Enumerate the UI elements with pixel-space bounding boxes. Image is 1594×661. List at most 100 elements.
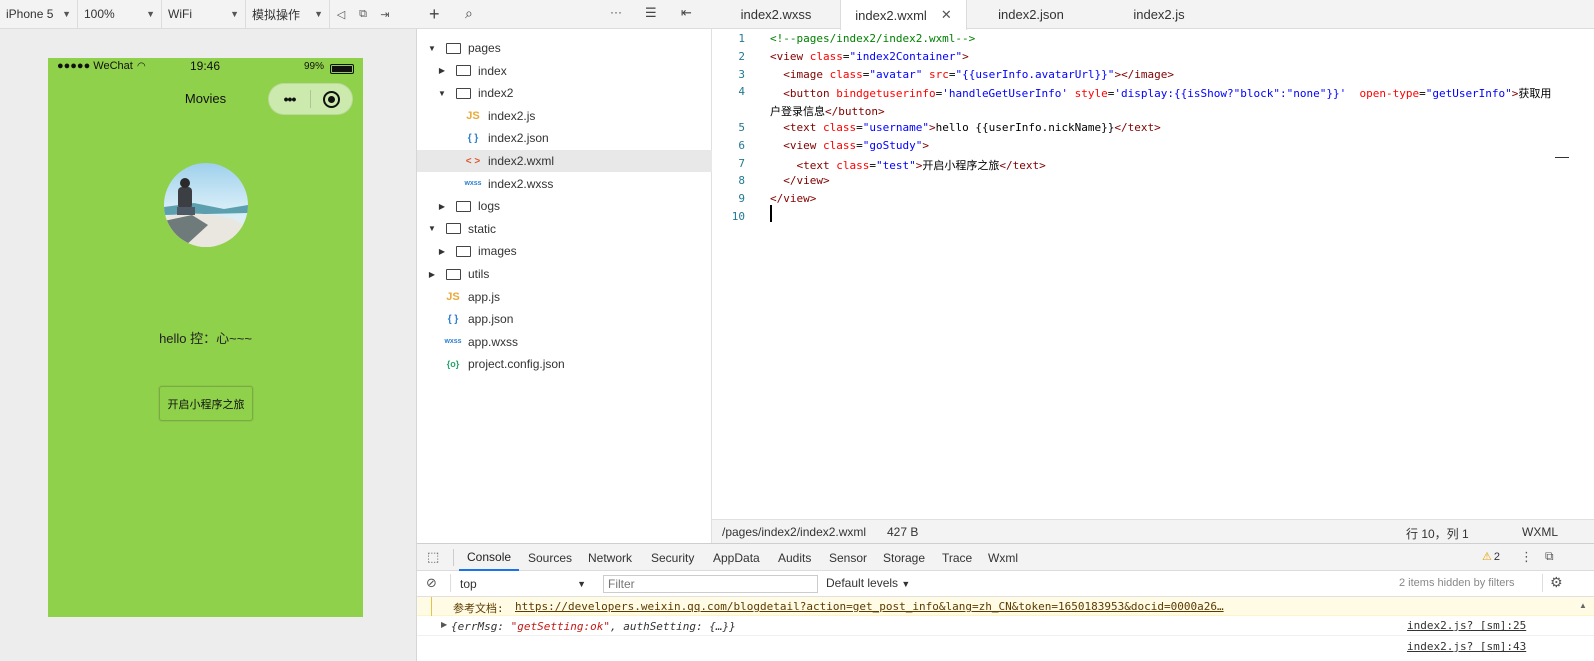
tree-item-utils[interactable]: ▶ utils bbox=[417, 263, 712, 285]
tree-item-index2-wxss[interactable]: wxss index2.wxss bbox=[417, 173, 712, 195]
wxml-file-icon: < > bbox=[465, 155, 481, 167]
code-text: 户登录信息</button> bbox=[770, 105, 885, 119]
devtools-tab-audits[interactable]: Audits bbox=[778, 544, 811, 571]
code-line[interactable]: 户登录信息</button> bbox=[712, 103, 1592, 121]
tree-item-project-config-json[interactable]: {o} project.config.json bbox=[417, 353, 712, 375]
line-number: 2 bbox=[738, 49, 745, 63]
device-select[interactable]: iPhone 5 ▼ bbox=[0, 0, 78, 29]
code-line[interactable]: 3 <image class="avatar" src="{{userInfo.… bbox=[712, 68, 1592, 86]
tab-index2-wxss[interactable]: index2.wxss bbox=[712, 0, 840, 29]
tree-item-static[interactable]: ▼ static bbox=[417, 218, 712, 240]
divider bbox=[1542, 574, 1543, 592]
editor-tabs: index2.wxss index2.wxml ✕ index2.json in… bbox=[712, 0, 1594, 30]
tree-item-app-wxss[interactable]: wxss app.wxss bbox=[417, 331, 712, 353]
console-filter-bar: ⊘ top ▼ Default levels ▼ 2 items hidden … bbox=[417, 571, 1594, 597]
tab-index2-wxml[interactable]: index2.wxml ✕ bbox=[840, 0, 967, 30]
tree-item-index2-json[interactable]: { } index2.json bbox=[417, 127, 712, 149]
devtools-tab-row: Console Sources Network Security AppData Audi… bbox=[458, 544, 1078, 571]
tree-item-label: pages bbox=[468, 41, 501, 55]
doc-link[interactable]: https://developers.weixin.qq.com/blogdet… bbox=[515, 600, 1224, 613]
search-icon[interactable]: ⌕ bbox=[465, 5, 473, 22]
warning-icon[interactable]: ⚠ 2 bbox=[1482, 550, 1500, 563]
close-mini-program-icon[interactable] bbox=[311, 90, 352, 108]
window-icon[interactable]: ⧉ bbox=[352, 0, 374, 29]
more-icon[interactable]: ··· bbox=[610, 5, 622, 19]
code-line[interactable]: 6 <view class="goStudy"> bbox=[712, 139, 1592, 157]
tree-item-label: utils bbox=[468, 267, 490, 281]
tree-item-label: index2.wxss bbox=[488, 176, 554, 191]
log-object[interactable]: {errMsg: "getSetting:ok", authSetting: {… bbox=[451, 620, 736, 633]
log-source-link[interactable]: index2.js? [sm]:43 bbox=[1407, 640, 1526, 653]
tree-item-pages[interactable]: ▼ pages bbox=[417, 37, 712, 59]
log-source-link[interactable]: index2.js? [sm]:25 bbox=[1407, 619, 1526, 632]
layout-icon[interactable]: ⇤ bbox=[681, 5, 692, 21]
tree-item-images[interactable]: ▶ images bbox=[417, 240, 712, 262]
file-path: /pages/index2/index2.wxml bbox=[722, 525, 867, 539]
config-file-icon: {o} bbox=[446, 359, 460, 370]
avatar bbox=[164, 163, 248, 247]
network-select[interactable]: WiFi ▼ bbox=[162, 0, 246, 29]
language-mode[interactable]: WXML bbox=[1522, 525, 1558, 539]
levels-select[interactable]: Default levels ▼ bbox=[826, 576, 910, 590]
devtools-tab-storage[interactable]: Storage bbox=[883, 544, 925, 571]
tree-item-index2-wxml[interactable]: < > index2.wxml bbox=[417, 150, 712, 172]
tree-item-app-js[interactable]: JS app.js bbox=[417, 286, 712, 308]
username-text: hello 控：心~~~ bbox=[159, 331, 252, 346]
line-number: 8 bbox=[738, 174, 745, 188]
tab-index2-js[interactable]: index2.js bbox=[1095, 0, 1223, 29]
devtools-tab-console[interactable]: Console bbox=[459, 544, 520, 571]
tree-item-index2-js[interactable]: JS index2.js bbox=[417, 105, 712, 127]
context-select[interactable]: top ▼ bbox=[455, 574, 591, 593]
devtools-tab-security[interactable]: Security bbox=[651, 544, 694, 571]
operation-select[interactable]: 模拟操作 ▼ bbox=[246, 0, 330, 29]
close-icon[interactable]: ✕ bbox=[941, 7, 952, 23]
tree-item-index2[interactable]: ▼ index2 bbox=[417, 82, 712, 104]
device-label: iPhone 5 bbox=[6, 7, 54, 21]
code-area[interactable]: 1 <!--pages/index2/index2.wxml--> 2 <view c… bbox=[712, 29, 1592, 519]
code-line[interactable]: 9 </view> bbox=[712, 192, 1592, 210]
tree-item-index[interactable]: ▶ index bbox=[417, 60, 712, 82]
code-line[interactable]: 2 <view class="index2Container"> bbox=[712, 50, 1592, 68]
collapse-icon[interactable]: ☰ bbox=[645, 5, 657, 21]
volume-icon[interactable]: ◁ bbox=[330, 0, 352, 29]
add-icon[interactable]: + bbox=[429, 4, 440, 25]
devtools-tab-trace[interactable]: Trace bbox=[942, 544, 972, 571]
line-number: 7 bbox=[738, 156, 745, 170]
chevron-right-icon: ▶ bbox=[438, 201, 446, 211]
tree-item-logs[interactable]: ▶ logs bbox=[417, 195, 712, 217]
clear-console-icon[interactable]: ⊘ bbox=[426, 575, 437, 591]
chevron-right-icon: ▶ bbox=[428, 269, 436, 279]
filter-input[interactable] bbox=[603, 575, 818, 593]
devtools-tab-sensor[interactable]: Sensor bbox=[829, 544, 867, 571]
line-number: 6 bbox=[738, 138, 745, 152]
scroll-marker bbox=[1555, 157, 1569, 158]
detach-icon[interactable]: ⇥ bbox=[374, 0, 396, 29]
devtools-tab-sources[interactable]: Sources bbox=[528, 544, 572, 571]
log-object-suffix: , authSetting: {…}} bbox=[609, 620, 736, 633]
devtools-tab-appdata[interactable]: AppData bbox=[713, 544, 760, 571]
warning-count: 2 bbox=[1493, 551, 1500, 563]
dock-icon[interactable]: ⧉ bbox=[1545, 549, 1554, 564]
code-line[interactable]: 4 <button bindgetuserinfo='handleGetUser… bbox=[712, 85, 1592, 103]
tree-item-app-json[interactable]: { } app.json bbox=[417, 308, 712, 330]
menu-icon[interactable]: ⋮ bbox=[1520, 549, 1533, 565]
code-line[interactable]: 5 <text class="username">hello {{userInf… bbox=[712, 121, 1592, 139]
code-line[interactable]: 8 </view> bbox=[712, 174, 1592, 192]
inspect-icon[interactable]: ⬚ bbox=[427, 549, 439, 565]
status-bar: ●●●●● WeChat ◠ 19:46 99% bbox=[48, 58, 363, 78]
divider bbox=[450, 574, 451, 592]
code-text: <view class="goStudy"> bbox=[783, 138, 929, 152]
code-line[interactable]: 10 bbox=[712, 210, 1592, 228]
more-icon[interactable]: ••• bbox=[269, 91, 310, 107]
scroll-up-icon[interactable]: ▲ bbox=[1579, 601, 1587, 610]
expand-triangle-icon[interactable]: ▶ bbox=[441, 620, 447, 629]
devtools-tab-wxml[interactable]: Wxml bbox=[988, 544, 1018, 571]
code-line[interactable]: 7 <text class="test">开启小程序之旅</text> bbox=[712, 157, 1592, 175]
tab-index2-json[interactable]: index2.json bbox=[967, 0, 1095, 29]
devtools-tab-network[interactable]: Network bbox=[588, 544, 632, 571]
start-journey-button[interactable]: 开启小程序之旅 bbox=[159, 386, 253, 421]
settings-gear-icon[interactable]: ⚙ bbox=[1550, 574, 1563, 591]
zoom-select[interactable]: 100% ▼ bbox=[78, 0, 162, 29]
folder-icon bbox=[445, 42, 461, 54]
code-line[interactable]: 1 <!--pages/index2/index2.wxml--> bbox=[712, 32, 1592, 50]
